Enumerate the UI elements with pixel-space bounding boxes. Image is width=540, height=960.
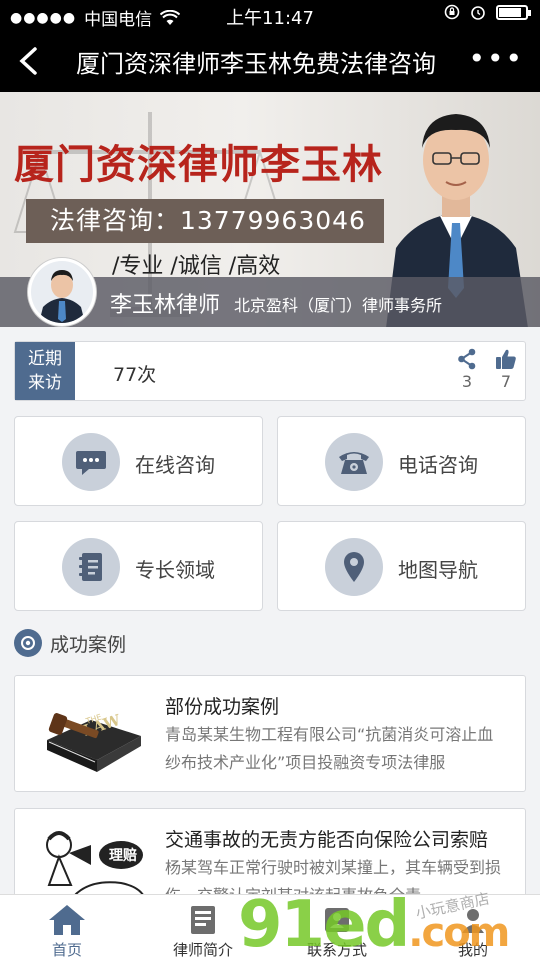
phone-consult-label: 电话咨询 [398, 453, 478, 477]
lawyer-name: 李玉林律师 [110, 293, 221, 318]
share-icon [458, 348, 476, 370]
law-book-gavel-thumbnail: LAW THE [29, 690, 151, 778]
home-icon [49, 905, 85, 935]
tab-lawyer-profile[interactable]: 律师简介 [158, 901, 248, 960]
chevron-left-icon [19, 47, 37, 75]
map-pin-icon [344, 552, 364, 582]
like-count: 7 [500, 372, 512, 391]
recent-visits-card: 近期 来访 77次 3 7 [14, 341, 526, 401]
success-cases-header: 成功案例 [14, 628, 126, 658]
claim-speech-text: 理赔 [109, 847, 137, 864]
law-firm: 北京盈科（厦门）律师事务所 [234, 296, 443, 315]
section-title: 成功案例 [50, 633, 127, 656]
avatar-photo [31, 261, 93, 323]
expertise-tile[interactable]: 专长领域 [14, 521, 263, 611]
thumbs-up-icon [496, 349, 516, 369]
banner-headline: 厦门资深律师李玉林 [14, 141, 383, 188]
nav-bar: 厦门资深律师李玉林免费法律咨询 ••• [0, 30, 540, 92]
visit-count: 77次 [113, 364, 157, 386]
map-navigation-label: 地图导航 [398, 558, 478, 582]
back-button[interactable] [8, 40, 48, 80]
expertise-label: 专长领域 [135, 558, 215, 582]
tab-home[interactable]: 首页 [22, 901, 112, 960]
rotation-lock-icon [444, 4, 460, 20]
chat-icon [76, 451, 106, 475]
telephone-icon [339, 452, 369, 474]
profile-icon [191, 906, 215, 934]
page-title: 厦门资深律师李玉林免费法律咨询 [76, 50, 436, 78]
online-consult-label: 在线咨询 [135, 453, 215, 477]
more-menu-button[interactable]: ••• [468, 42, 524, 75]
consult-phone[interactable]: 法律咨询：13779963046 [26, 199, 384, 243]
case-title: 交通事故的无责方能否向保险公司索赔 [165, 829, 489, 851]
case-title: 部份成功案例 [165, 696, 280, 718]
battery-icon [496, 4, 531, 20]
badge-icon [14, 629, 42, 657]
status-bar: ●●●●● 中国电信 上午11:47 [0, 0, 540, 30]
banner-motto: /专业 /诚信 /高效 [112, 254, 281, 279]
case-card[interactable]: LAW THE 部份成功案例 青岛某某生物工程有限公司“抗菌消炎可溶止血纱布技术… [14, 675, 526, 792]
phone-consult-tile[interactable]: 电话咨询 [277, 416, 526, 506]
alarm-icon [471, 6, 485, 20]
share-stat[interactable]: 3 [452, 348, 482, 391]
avatar[interactable] [28, 258, 96, 326]
case-description: 青岛某某生物工程有限公司“抗菌消炎可溶止血纱布技术产业化”项目投融资专项法律服 [165, 725, 494, 772]
share-count: 3 [461, 372, 473, 391]
online-consult-tile[interactable]: 在线咨询 [14, 416, 263, 506]
map-navigation-tile[interactable]: 地图导航 [277, 521, 526, 611]
notebook-icon [79, 553, 102, 581]
recent-visits-tag: 近期 来访 [15, 342, 75, 400]
like-stat[interactable]: 7 [491, 348, 521, 391]
